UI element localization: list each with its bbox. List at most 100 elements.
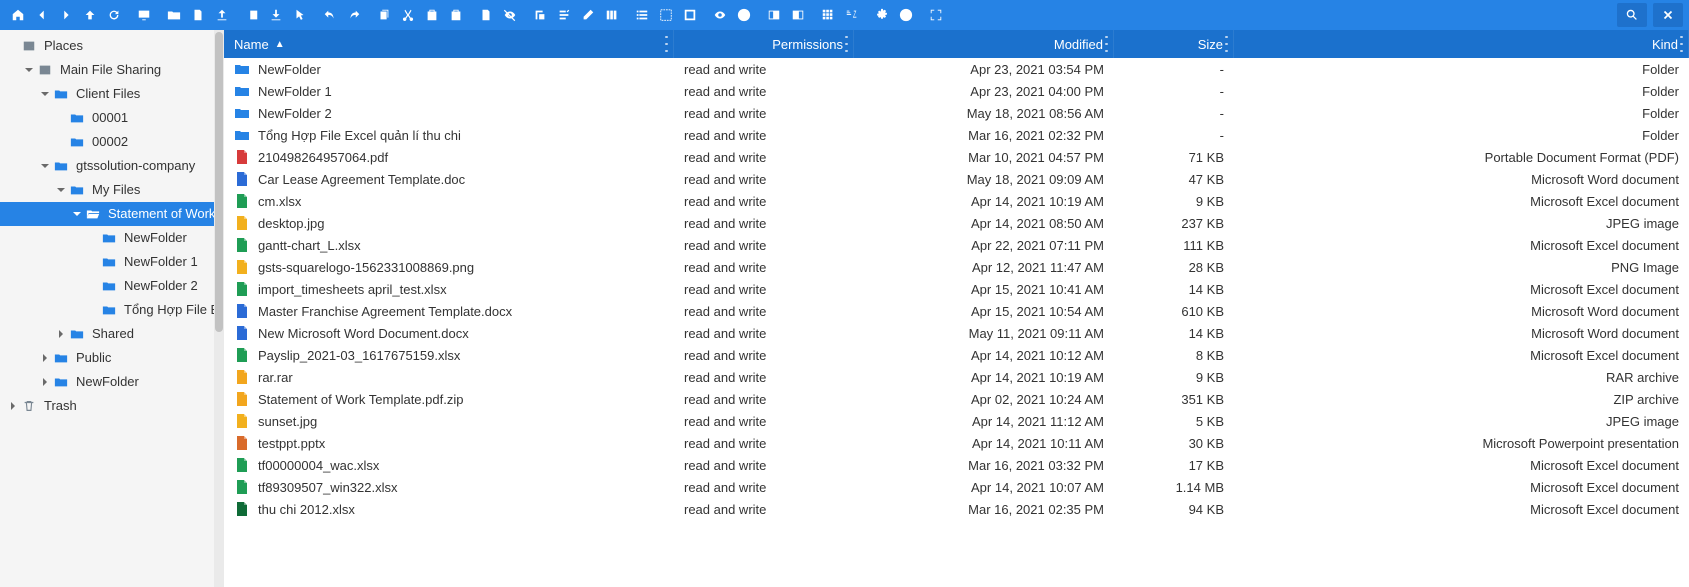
tree-item[interactable]: 00001 (0, 106, 224, 130)
column-resize-handle[interactable] (1105, 36, 1111, 52)
up-button[interactable] (78, 3, 102, 27)
file-row[interactable]: NewFolder 2read and writeMay 18, 2021 08… (224, 102, 1689, 124)
copy-path-button[interactable] (528, 3, 552, 27)
tree-item[interactable]: NewFolder (0, 370, 224, 394)
file-row[interactable]: Car Lease Agreement Template.docread and… (224, 168, 1689, 190)
pane-2-button[interactable] (786, 3, 810, 27)
file-row[interactable]: tf00000004_wac.xlsxread and writeMar 16,… (224, 454, 1689, 476)
column-header-permissions[interactable]: Permissions (674, 30, 854, 58)
list-view-button[interactable] (630, 3, 654, 27)
file-row[interactable]: thu chi 2012.xlsxread and writeMar 16, 2… (224, 498, 1689, 520)
caret-right-icon[interactable] (38, 351, 52, 365)
file-row[interactable]: Statement of Work Template.pdf.zipread a… (224, 388, 1689, 410)
column-header-kind[interactable]: Kind (1234, 30, 1689, 58)
column-header-size[interactable]: Size (1114, 30, 1234, 58)
file-row[interactable]: Tổng Hợp File Excel quản lí thu chiread … (224, 124, 1689, 146)
file-kind: Folder (1234, 128, 1689, 143)
caret-right-icon[interactable] (38, 375, 52, 389)
refresh-button[interactable] (102, 3, 126, 27)
download-button[interactable] (264, 3, 288, 27)
pane-1-button[interactable] (762, 3, 786, 27)
tree-item[interactable]: Statement of Work (0, 202, 224, 226)
home-button[interactable] (6, 3, 30, 27)
paste-button[interactable] (420, 3, 444, 27)
tree-item[interactable]: My Files (0, 178, 224, 202)
file-row[interactable]: cm.xlsxread and writeApr 14, 2021 10:19 … (224, 190, 1689, 212)
search-button[interactable] (1617, 3, 1647, 27)
column-resize-handle[interactable] (845, 36, 851, 52)
info-button[interactable] (732, 3, 756, 27)
upload-button[interactable] (210, 3, 234, 27)
tree-item[interactable]: gtssolution-company (0, 154, 224, 178)
sidebar-scrollbar[interactable] (214, 30, 224, 587)
panel-button[interactable] (240, 3, 264, 27)
tree-item[interactable]: NewFolder 2 (0, 274, 224, 298)
settings-button[interactable] (870, 3, 894, 27)
file-row[interactable]: NewFolderread and writeApr 23, 2021 03:5… (224, 58, 1689, 80)
scrollbar-thumb[interactable] (215, 32, 223, 332)
help-button[interactable] (894, 3, 918, 27)
file-row[interactable]: gantt-chart_L.xlsxread and writeApr 22, … (224, 234, 1689, 256)
tree-item[interactable]: Client Files (0, 82, 224, 106)
edit-button[interactable] (576, 3, 600, 27)
undo-button[interactable] (318, 3, 342, 27)
close-button[interactable] (1653, 3, 1683, 27)
eye-off-button[interactable] (498, 3, 522, 27)
file-row[interactable]: NewFolder 1read and writeApr 23, 2021 04… (224, 80, 1689, 102)
tree-item[interactable]: Trash (0, 394, 224, 418)
file-row[interactable]: 210498264957064.pdfread and writeMar 10,… (224, 146, 1689, 168)
ppt-file-icon (234, 435, 250, 451)
tree-item[interactable]: Tổng Hợp File Excel quản lí thu chi (0, 298, 224, 322)
fullscreen-button[interactable] (924, 3, 948, 27)
caret-down-icon[interactable] (38, 159, 52, 173)
monitor-button[interactable] (132, 3, 156, 27)
clipboard-button[interactable] (444, 3, 468, 27)
tree-item[interactable]: NewFolder 1 (0, 250, 224, 274)
column-header-name[interactable]: Name ▲ (224, 30, 674, 58)
file-row[interactable]: Master Franchise Agreement Template.docx… (224, 300, 1689, 322)
file-row[interactable]: Payslip_2021-03_1617675159.xlsxread and … (224, 344, 1689, 366)
column-header-modified[interactable]: Modified (854, 30, 1114, 58)
caret-down-icon[interactable] (22, 63, 36, 77)
column-resize-handle[interactable] (1680, 36, 1686, 52)
file-row[interactable]: tf89309507_win322.xlsxread and writeApr … (224, 476, 1689, 498)
new-doc-button[interactable] (474, 3, 498, 27)
tree-item[interactable]: NewFolder (0, 226, 224, 250)
grid-icons-button[interactable] (816, 3, 840, 27)
column-resize-handle[interactable] (665, 36, 671, 52)
file-row[interactable]: gsts-squarelogo-1562331008869.pngread an… (224, 256, 1689, 278)
invert-selection-button[interactable] (678, 3, 702, 27)
caret-right-icon[interactable] (6, 399, 20, 413)
forward-button[interactable] (54, 3, 78, 27)
caret-right-icon[interactable] (54, 327, 68, 341)
tree-item[interactable]: Public (0, 346, 224, 370)
file-row[interactable]: import_timesheets april_test.xlsxread an… (224, 278, 1689, 300)
caret-down-icon[interactable] (38, 87, 52, 101)
tree-item[interactable]: 00002 (0, 130, 224, 154)
tree-item[interactable]: Shared (0, 322, 224, 346)
file-row[interactable]: rar.rarread and writeApr 14, 2021 10:19 … (224, 366, 1689, 388)
tree-item[interactable]: Places (0, 34, 224, 58)
select-all-button[interactable] (654, 3, 678, 27)
new-file-button[interactable] (186, 3, 210, 27)
file-row[interactable]: sunset.jpgread and writeApr 14, 2021 11:… (224, 410, 1689, 432)
file-name: Master Franchise Agreement Template.docx (258, 304, 512, 319)
columns-button[interactable] (600, 3, 624, 27)
back-button[interactable] (30, 3, 54, 27)
caret-down-icon[interactable] (54, 183, 68, 197)
caret-down-icon[interactable] (70, 207, 84, 221)
redo-button[interactable] (342, 3, 366, 27)
rename-button[interactable] (552, 3, 576, 27)
file-kind: Folder (1234, 84, 1689, 99)
copy-button[interactable] (372, 3, 396, 27)
preview-button[interactable] (708, 3, 732, 27)
tree-item[interactable]: Main File Sharing (0, 58, 224, 82)
file-row[interactable]: testppt.pptxread and writeApr 14, 2021 1… (224, 432, 1689, 454)
file-row[interactable]: New Microsoft Word Document.docxread and… (224, 322, 1689, 344)
cut-button[interactable] (396, 3, 420, 27)
column-resize-handle[interactable] (1225, 36, 1231, 52)
new-folder-button[interactable] (162, 3, 186, 27)
cursor-button[interactable] (288, 3, 312, 27)
file-row[interactable]: desktop.jpgread and writeApr 14, 2021 08… (224, 212, 1689, 234)
sort-az-button[interactable] (840, 3, 864, 27)
